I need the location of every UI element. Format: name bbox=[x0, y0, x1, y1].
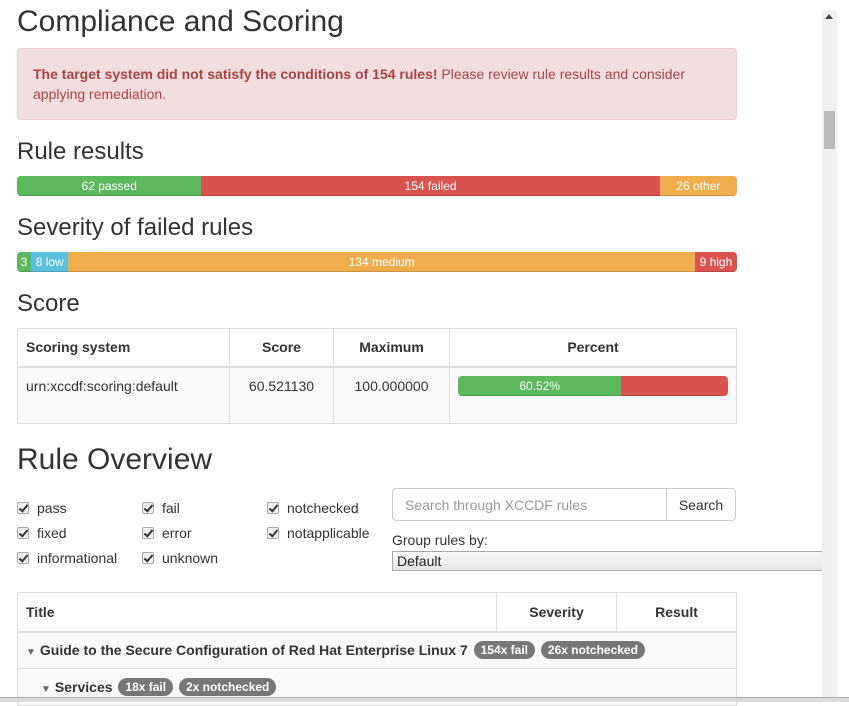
header-maximum: Maximum bbox=[333, 328, 450, 368]
filter-label: informational bbox=[37, 550, 118, 566]
checkbox-checked-icon[interactable] bbox=[267, 527, 279, 539]
score-title: Score bbox=[17, 290, 80, 317]
collapse-triangle-icon[interactable]: ▼ bbox=[41, 684, 51, 695]
percent-fill: 60.52% bbox=[458, 375, 622, 396]
fail-count-badge: 154x fail bbox=[473, 641, 535, 660]
group-row-cell[interactable]: ▼ Guide to the Secure Configuration of Re… bbox=[17, 631, 737, 669]
checkbox-checked-icon[interactable] bbox=[142, 502, 154, 514]
rule-results-title: Rule results bbox=[17, 138, 144, 165]
group-rules-select[interactable]: Default bbox=[392, 551, 824, 571]
rules-header-row: Title Severity Result bbox=[17, 592, 737, 633]
header-severity: Severity bbox=[496, 592, 617, 633]
checkbox-checked-icon[interactable] bbox=[142, 552, 154, 564]
collapse-triangle-icon[interactable]: ▼ bbox=[26, 647, 36, 658]
group-rules-label: Group rules by: bbox=[392, 532, 488, 548]
filter-label: notchecked bbox=[287, 500, 359, 516]
rule-results-bar: 62 passed 154 failed 26 other bbox=[17, 176, 737, 196]
score-value: 60.521130 bbox=[229, 366, 334, 424]
group-title: Guide to the Secure Configuration of Red… bbox=[39, 642, 468, 659]
percent-remainder bbox=[621, 375, 728, 396]
low-severity-segment: 8 low bbox=[31, 252, 69, 272]
checkbox-checked-icon[interactable] bbox=[17, 502, 29, 514]
compliance-alert: The target system did not satisfy the co… bbox=[17, 48, 737, 120]
checkbox-checked-icon[interactable] bbox=[17, 552, 29, 564]
checkbox-checked-icon[interactable] bbox=[267, 502, 279, 514]
notchecked-count-badge: 2x notchecked bbox=[179, 678, 277, 696]
search-input[interactable] bbox=[392, 488, 666, 521]
search-group: Search bbox=[392, 488, 736, 521]
alert-bold-text: The target system did not satisfy the co… bbox=[33, 66, 438, 82]
passed-segment: 62 passed bbox=[17, 176, 202, 196]
filter-notchecked[interactable]: notchecked bbox=[267, 500, 359, 516]
filter-notapplicable[interactable]: notapplicable bbox=[267, 525, 370, 541]
filter-label: fail bbox=[162, 500, 180, 516]
medium-severity-segment: 134 medium bbox=[68, 252, 695, 272]
percent-cell: 60.52% bbox=[449, 366, 737, 424]
severity-bar: 3 8 low 134 medium 9 high bbox=[17, 252, 737, 272]
filter-error[interactable]: error bbox=[142, 525, 192, 541]
group-title: Services bbox=[54, 679, 113, 695]
header-result: Result bbox=[616, 592, 737, 633]
header-percent: Percent bbox=[449, 328, 737, 368]
filter-fixed[interactable]: fixed bbox=[17, 525, 67, 541]
vertical-scrollbar[interactable] bbox=[822, 10, 837, 702]
score-row: urn:xccdf:scoring:default 60.521130 100.… bbox=[17, 366, 737, 424]
filter-unknown[interactable]: unknown bbox=[142, 550, 218, 566]
filter-label: fixed bbox=[37, 525, 67, 541]
header-score: Score bbox=[229, 328, 334, 368]
rules-table: Title Severity Result ▼ Guide to the Secu… bbox=[17, 592, 737, 706]
maximum-value: 100.000000 bbox=[333, 366, 450, 424]
severity-title: Severity of failed rules bbox=[17, 214, 254, 241]
filter-label: error bbox=[162, 525, 192, 541]
header-scoring-system: Scoring system bbox=[17, 328, 230, 368]
unknown-severity-segment: 3 bbox=[17, 252, 32, 272]
window-bottom-edge bbox=[0, 697, 849, 702]
checkbox-checked-icon[interactable] bbox=[142, 527, 154, 539]
percent-bar: 60.52% bbox=[458, 375, 728, 396]
filter-label: notapplicable bbox=[287, 525, 370, 541]
scrollbar-thumb[interactable] bbox=[824, 111, 835, 149]
header-title: Title bbox=[17, 592, 497, 633]
score-header-row: Scoring system Score Maximum Percent bbox=[17, 328, 737, 368]
table-row[interactable]: ▼ Guide to the Secure Configuration of Re… bbox=[17, 631, 737, 669]
filter-fail[interactable]: fail bbox=[142, 500, 180, 516]
fail-count-badge: 18x fail bbox=[118, 678, 174, 696]
search-button[interactable]: Search bbox=[666, 488, 736, 521]
other-segment: 26 other bbox=[659, 176, 737, 196]
scroll-up-arrow-icon[interactable] bbox=[825, 14, 833, 19]
notchecked-count-badge: 26x notchecked bbox=[540, 641, 645, 660]
high-severity-segment: 9 high bbox=[694, 252, 737, 272]
filter-label: pass bbox=[37, 500, 67, 516]
scoring-system-value: urn:xccdf:scoring:default bbox=[17, 366, 230, 424]
filter-informational[interactable]: informational bbox=[17, 550, 117, 566]
failed-segment: 154 failed bbox=[201, 176, 660, 196]
rule-overview-title: Rule Overview bbox=[17, 443, 213, 476]
compliance-title: Compliance and Scoring bbox=[17, 5, 344, 38]
score-table: Scoring system Score Maximum Percent urn… bbox=[17, 328, 737, 424]
checkbox-checked-icon[interactable] bbox=[17, 527, 29, 539]
filter-label: unknown bbox=[162, 550, 219, 566]
filter-pass[interactable]: pass bbox=[17, 500, 67, 516]
